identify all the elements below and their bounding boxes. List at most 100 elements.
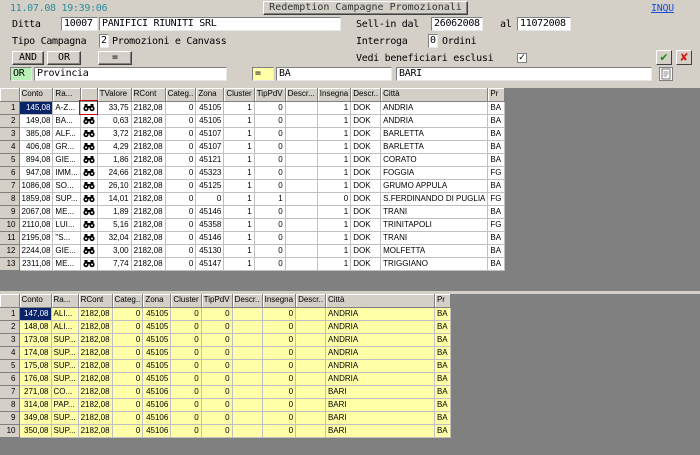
table-cell[interactable]: DOK bbox=[350, 153, 382, 167]
table-cell[interactable]: DOK bbox=[350, 101, 382, 115]
table-cell[interactable]: BA bbox=[434, 320, 451, 334]
table-cell[interactable]: BA bbox=[487, 114, 505, 128]
table-cell[interactable]: BA bbox=[434, 359, 451, 373]
table-row[interactable]: 4 406,08 GR... 4,29 2182,08 0 45107 1 0 1 DOK BARLE… bbox=[0, 140, 505, 154]
table-cell[interactable]: 7,74 bbox=[97, 257, 132, 271]
table-cell[interactable]: FG bbox=[487, 218, 505, 232]
table-cell[interactable] bbox=[295, 333, 326, 347]
table-row[interactable]: 9 349,08 SUP... 2182,08 0 45106 0 0 0 BARI BA bbox=[0, 411, 451, 425]
table-cell[interactable]: 0 bbox=[262, 385, 297, 399]
table-cell[interactable]: 45105 bbox=[142, 320, 172, 334]
column-header[interactable]: Città bbox=[325, 294, 435, 308]
table-cell[interactable]: 0 bbox=[112, 333, 144, 347]
table-cell[interactable]: 947,08 bbox=[19, 166, 54, 180]
table-cell[interactable] bbox=[285, 244, 318, 258]
table-cell[interactable]: 2182,08 bbox=[131, 231, 166, 245]
table-cell[interactable]: GIE... bbox=[52, 244, 81, 258]
table-cell[interactable]: 45323 bbox=[195, 166, 225, 180]
table-cell[interactable] bbox=[295, 346, 326, 360]
table-cell[interactable]: 33,75 bbox=[97, 101, 132, 115]
table-row[interactable]: 12 2244,08 GIE... 3,00 2182,08 0 45130 1 0 1 DOK MO… bbox=[0, 244, 505, 258]
table-cell[interactable] bbox=[285, 153, 318, 167]
table-cell[interactable]: 2182,08 bbox=[78, 333, 113, 347]
table-cell[interactable]: BA bbox=[487, 179, 505, 193]
table-cell[interactable]: 1 bbox=[317, 153, 352, 167]
column-header[interactable]: Zona bbox=[142, 294, 172, 308]
table-cell[interactable]: ALI... bbox=[51, 307, 79, 321]
table-cell[interactable]: 0 bbox=[165, 244, 197, 258]
table-row[interactable]: 4 174,08 SUP... 2182,08 0 45105 0 0 0 ANDRIA BA bbox=[0, 346, 451, 360]
table-cell[interactable]: 2182,08 bbox=[78, 424, 113, 438]
confirm-icon[interactable]: ✔ bbox=[656, 50, 672, 65]
table-cell[interactable] bbox=[232, 320, 263, 334]
table-cell[interactable]: 0 bbox=[201, 333, 233, 347]
table-cell[interactable]: IMM... bbox=[52, 166, 81, 180]
table-cell[interactable]: ME... bbox=[52, 205, 81, 219]
table-row[interactable]: 8 1859,08 SUP... 14,01 2182,08 0 0 1 1 0 DOK S.FERD… bbox=[0, 192, 505, 206]
table-cell[interactable]: FG bbox=[487, 166, 505, 180]
table-cell[interactable]: S.FERDINANDO DI PUGLIA bbox=[380, 192, 489, 206]
table-cell[interactable]: ANDRIA bbox=[325, 359, 435, 373]
table-cell[interactable]: 0 bbox=[201, 307, 233, 321]
column-header[interactable]: TipPdV bbox=[201, 294, 233, 308]
table-cell[interactable]: DOK bbox=[350, 140, 382, 154]
table-cell[interactable]: 0 bbox=[254, 114, 286, 128]
table-row[interactable]: 6 947,08 IMM... 24,66 2182,08 0 45323 1 0 1 DOK FOG… bbox=[0, 166, 505, 180]
table-cell[interactable]: 1 bbox=[223, 192, 255, 206]
table-cell[interactable]: 1 bbox=[223, 244, 255, 258]
table-cell[interactable]: 26,10 bbox=[97, 179, 132, 193]
table-cell[interactable]: 1 bbox=[317, 257, 352, 271]
table-row[interactable]: 1 147,08 ALI... 2182,08 0 45105 0 0 0 ANDRIA BA bbox=[0, 307, 451, 321]
detail-icon[interactable] bbox=[80, 179, 98, 193]
table-cell[interactable]: 0 bbox=[112, 359, 144, 373]
table-cell[interactable]: ANDRIA bbox=[325, 320, 435, 334]
table-cell[interactable]: 314,08 bbox=[19, 398, 52, 412]
table-cell[interactable]: 45105 bbox=[195, 114, 225, 128]
table-cell[interactable]: 0 bbox=[165, 153, 197, 167]
table-cell[interactable]: 0 bbox=[254, 257, 286, 271]
table-row[interactable]: 8 314,08 PAP... 2182,08 0 45106 0 0 0 BARI BA bbox=[0, 398, 451, 412]
table-cell[interactable] bbox=[285, 257, 318, 271]
table-cell[interactable]: BARI bbox=[325, 398, 435, 412]
table-cell[interactable]: 2195,08 bbox=[19, 231, 54, 245]
table-cell[interactable]: 45107 bbox=[195, 140, 225, 154]
table-cell[interactable]: 45105 bbox=[195, 101, 225, 115]
table-cell[interactable]: 0 bbox=[201, 424, 233, 438]
column-header[interactable]: Cluster bbox=[170, 294, 202, 308]
table-cell[interactable]: LUI... bbox=[52, 218, 81, 232]
table-cell[interactable]: 0 bbox=[170, 307, 202, 321]
table-cell[interactable]: DOK bbox=[350, 244, 382, 258]
table-cell[interactable] bbox=[285, 179, 318, 193]
table-cell[interactable]: SUP... bbox=[52, 192, 81, 206]
table-cell[interactable]: BA bbox=[434, 398, 451, 412]
table-cell[interactable] bbox=[285, 140, 318, 154]
table-cell[interactable]: 0 bbox=[262, 372, 297, 386]
table-cell[interactable]: 1 bbox=[223, 218, 255, 232]
table-cell[interactable]: DOK bbox=[350, 127, 382, 141]
detail-icon[interactable] bbox=[80, 166, 98, 180]
table-cell[interactable]: 2182,08 bbox=[131, 192, 166, 206]
table-cell[interactable]: 0 bbox=[262, 359, 297, 373]
table-cell[interactable] bbox=[295, 424, 326, 438]
table-cell[interactable]: 0 bbox=[201, 411, 233, 425]
table-cell[interactable]: 0 bbox=[262, 333, 297, 347]
table-cell[interactable]: 0 bbox=[112, 372, 144, 386]
table-cell[interactable]: 45130 bbox=[195, 244, 225, 258]
table-cell[interactable]: 0 bbox=[254, 140, 286, 154]
table-cell[interactable]: 0 bbox=[112, 398, 144, 412]
table-cell[interactable]: 1 bbox=[317, 205, 352, 219]
column-header[interactable]: Insegna bbox=[317, 88, 352, 102]
table-cell[interactable]: 894,08 bbox=[19, 153, 54, 167]
table-cell[interactable]: DOK bbox=[350, 205, 382, 219]
detail-icon[interactable] bbox=[80, 231, 98, 245]
beneficiaries-grid[interactable]: Conto Ra... RCont Categ.. Zona Cluster TipPdV D… bbox=[0, 294, 700, 455]
table-row[interactable]: 7 1086,08 SO... 26,10 2182,08 0 45125 1 0 1 DOK GRU… bbox=[0, 179, 505, 193]
table-cell[interactable]: 0 bbox=[254, 166, 286, 180]
table-cell[interactable]: 0 bbox=[112, 307, 144, 321]
table-cell[interactable]: 0 bbox=[170, 359, 202, 373]
table-cell[interactable] bbox=[285, 101, 318, 115]
table-cell[interactable]: 0 bbox=[201, 320, 233, 334]
table-cell[interactable]: 174,08 bbox=[19, 346, 52, 360]
table-cell[interactable]: 1 bbox=[223, 205, 255, 219]
table-row[interactable]: 5 894,08 GIE... 1,86 2182,08 0 45121 1 0 1 DOK CORA… bbox=[0, 153, 505, 167]
